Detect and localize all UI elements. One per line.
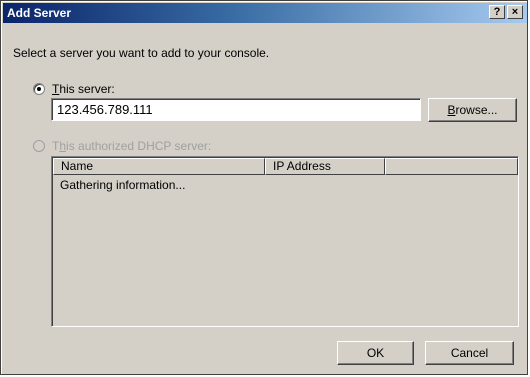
browse-button[interactable]: Browse... (428, 98, 517, 122)
server-address-input[interactable] (51, 98, 421, 121)
dialog-title: Add Server (7, 6, 72, 20)
dhcp-server-radio (33, 140, 45, 152)
close-icon: × (511, 6, 519, 18)
list-header: Name IP Address (53, 158, 518, 175)
add-server-dialog: Add Server ? × Select a server you want … (0, 0, 528, 375)
question-icon: ? (493, 6, 501, 18)
column-header-name[interactable]: Name (53, 158, 265, 175)
column-header-blank[interactable] (385, 158, 518, 175)
ok-button[interactable]: OK (337, 341, 414, 365)
dhcp-server-label: This authorized DHCP server: (52, 139, 212, 153)
close-button[interactable]: × (507, 5, 523, 19)
this-server-radio[interactable] (33, 83, 45, 95)
cancel-button[interactable]: Cancel (425, 341, 514, 365)
list-status-row: Gathering information... (60, 178, 186, 192)
this-server-label[interactable]: This server: (52, 82, 115, 96)
title-bar[interactable]: Add Server ? × (3, 3, 527, 23)
column-header-ip-address[interactable]: IP Address (265, 158, 385, 175)
instruction-text: Select a server you want to add to your … (13, 46, 270, 60)
dhcp-server-list[interactable]: Name IP Address Gathering information... (51, 156, 519, 327)
help-button[interactable]: ? (489, 5, 505, 19)
